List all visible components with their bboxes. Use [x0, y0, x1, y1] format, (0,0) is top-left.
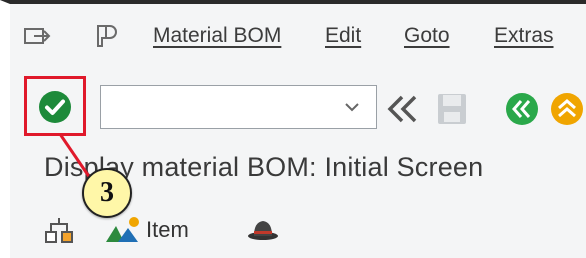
menu-layout-icon[interactable]	[92, 22, 122, 50]
save-icon[interactable]	[436, 92, 468, 126]
item-button[interactable]: Item	[104, 212, 189, 248]
checkmark-icon[interactable]	[38, 90, 72, 124]
menu-bar: Material BOM Edit Goto Extras	[10, 4, 586, 64]
hat-icon[interactable]	[246, 216, 280, 242]
system-toolbar	[10, 70, 586, 150]
menu-edit[interactable]: Edit	[325, 24, 361, 48]
menu-material-bom[interactable]: Material BOM	[153, 24, 281, 48]
item-icon	[106, 217, 139, 242]
menu-exit-icon[interactable]	[22, 22, 52, 50]
item-label: Item	[146, 217, 189, 242]
step-callout: 3	[82, 168, 132, 218]
menu-extras[interactable]: Extras	[494, 24, 554, 48]
menu-goto[interactable]: Goto	[404, 24, 450, 48]
previous-icon[interactable]	[505, 92, 539, 126]
chevron-down-icon[interactable]	[340, 98, 364, 116]
sap-window: Material BOM Edit Goto Extras Display ma…	[0, 0, 586, 258]
back-icon[interactable]	[384, 94, 424, 124]
command-field[interactable]	[100, 85, 377, 129]
hierarchy-icon[interactable]	[44, 214, 76, 246]
up-icon[interactable]	[550, 92, 584, 126]
